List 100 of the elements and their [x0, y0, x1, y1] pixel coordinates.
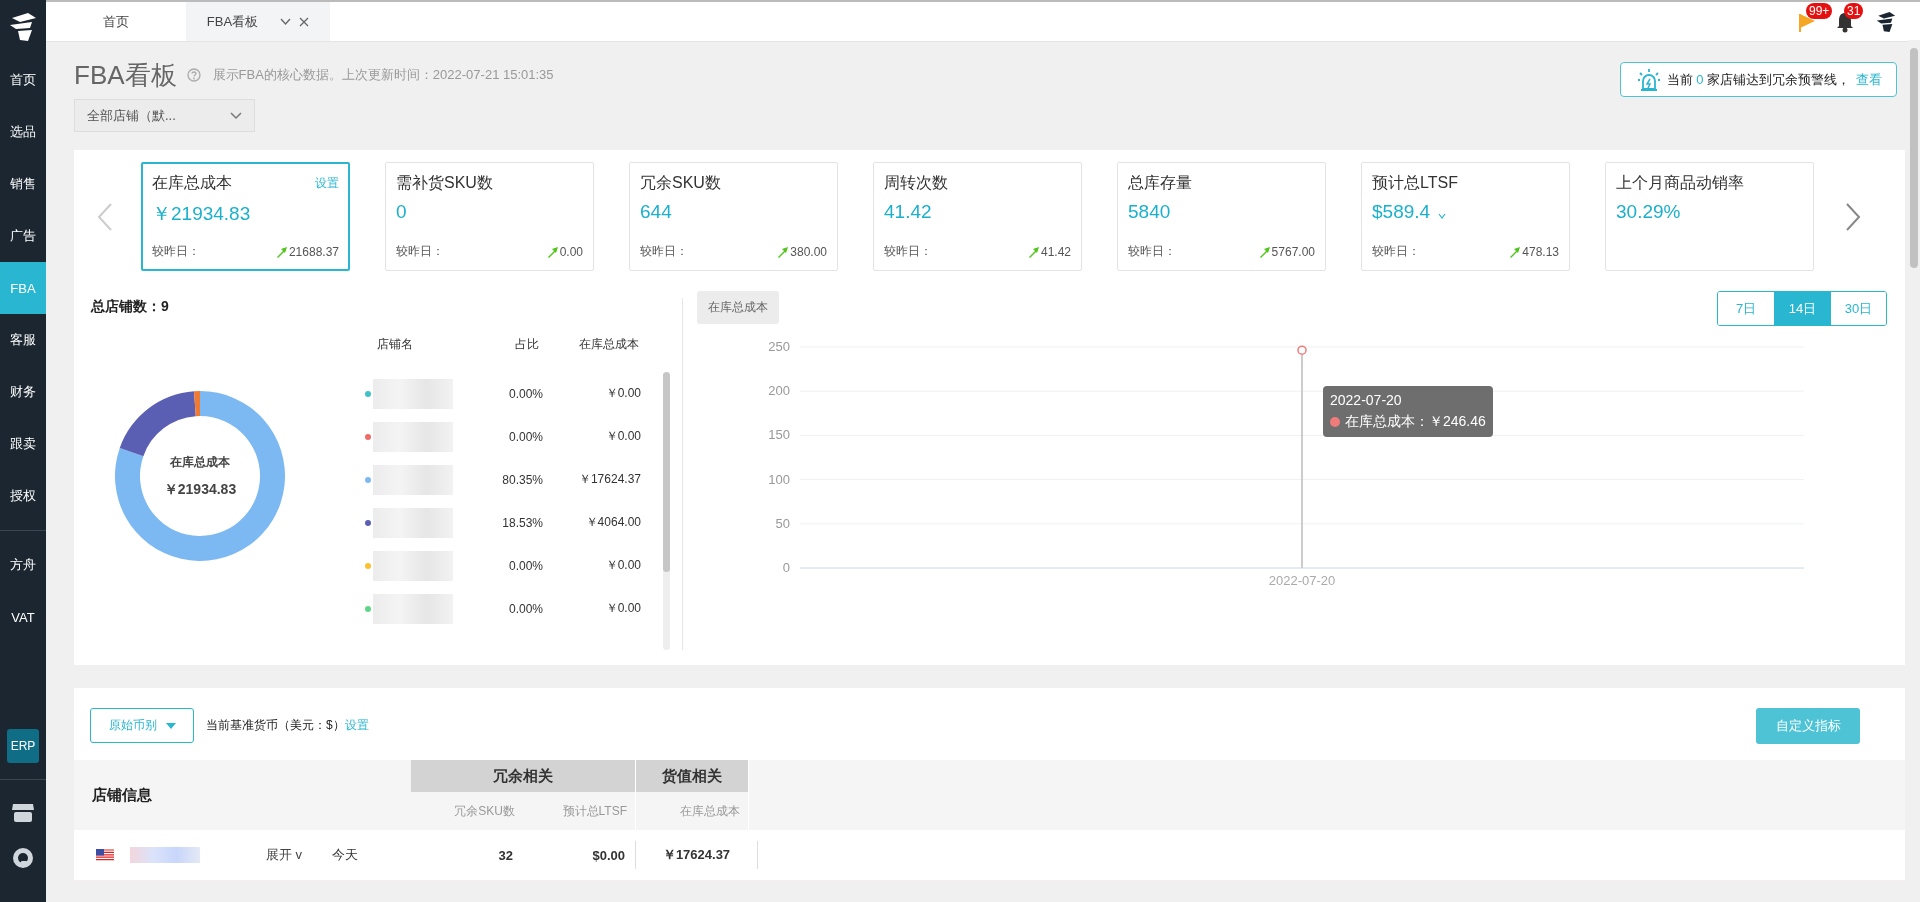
delta-value: 21688.37: [288, 244, 339, 259]
store-count: 总店铺数：9: [91, 298, 170, 316]
axis-tick-label: 200: [768, 383, 790, 399]
card-title: 周转次数: [884, 173, 948, 193]
delta-value: 478.13: [1522, 244, 1559, 259]
column-header: 冗余SKU数: [453, 802, 516, 820]
table-cell: ￥17624.37: [635, 841, 758, 869]
delta-value: 41.42: [1040, 244, 1071, 259]
delta-label: 较昨日：: [152, 243, 200, 260]
erp-button[interactable]: ERP: [7, 729, 39, 763]
axis-tick-label: 150: [768, 427, 790, 443]
card-value: 0: [396, 201, 407, 223]
trend-up-icon: [546, 245, 559, 258]
card-value: 644: [640, 201, 672, 223]
kpi-card[interactable]: 在库总成本 设置 ￥21934.83 较昨日： 21688.37: [141, 162, 350, 271]
caret-down-icon: [165, 722, 176, 729]
card-title: 预计总LTSF: [1372, 173, 1458, 193]
blurred-name: [130, 847, 200, 863]
table-cell-text: ￥4064.00: [584, 514, 641, 531]
donut-label: 在库总成本: [170, 453, 230, 471]
card-value: $589.4: [1372, 201, 1431, 223]
sidebar-item[interactable]: 财务: [0, 366, 46, 418]
table-cell-text: ￥0.00: [604, 385, 641, 402]
table-cell-text: 80.35%: [501, 472, 543, 487]
tab[interactable]: FBA看板: [186, 2, 330, 41]
count-badge: 31: [1844, 2, 1864, 19]
data-point[interactable]: [1297, 345, 1307, 355]
axis-tick-label: 50: [775, 515, 790, 531]
kpi-card[interactable]: 冗余SKU数 644 较昨日： 380.00: [629, 162, 838, 271]
avatar-logo-icon[interactable]: [1874, 9, 1898, 34]
sidebar-item[interactable]: 销售: [0, 158, 46, 210]
chevron-down-icon: [230, 111, 242, 120]
store-select[interactable]: 全部店铺（默...: [74, 99, 255, 132]
column-header: 店铺名: [377, 335, 414, 353]
trend-up-icon: [275, 245, 288, 258]
trend-up-icon: [777, 245, 790, 258]
chart-tooltip: 2022-07-20 在库总成本：￥246.46: [1323, 386, 1493, 437]
table-cell-text: 18.53%: [501, 515, 543, 530]
card-value: 5840: [1128, 201, 1171, 223]
card-title: 上个月商品动销率: [1616, 173, 1744, 193]
kpi-card[interactable]: 需补货SKU数 0 较昨日： 0.00: [385, 162, 594, 271]
table-cell-text: 0.00%: [507, 558, 543, 573]
axis-tick-label: 0: [782, 560, 790, 575]
group-header: 货值相关: [636, 760, 748, 792]
delta-label: 较昨日：: [884, 243, 932, 260]
kpi-card[interactable]: 周转次数 41.42 较昨日： 41.42: [873, 162, 1082, 271]
kpi-card[interactable]: 预计总LTSF $589.4 较昨日： 478.13: [1361, 162, 1570, 271]
table-cell-text: ￥17624.37: [577, 471, 641, 488]
card-title: 需补货SKU数: [396, 173, 493, 193]
delta-label: 较昨日：: [1128, 243, 1176, 260]
donut-slice[interactable]: [119, 391, 196, 457]
base-currency-text: 当前基准货币（美元：$）: [206, 717, 345, 734]
sidebar-item[interactable]: 方舟: [0, 539, 46, 591]
expand-link[interactable]: 展开 v: [266, 846, 303, 864]
donut-slice[interactable]: [194, 391, 200, 417]
tab[interactable]: 首页: [46, 2, 186, 41]
card-title: 在库总成本: [152, 173, 232, 193]
close-icon[interactable]: [299, 16, 310, 27]
trend-up-icon: [1027, 245, 1040, 258]
store-icon[interactable]: [11, 802, 35, 824]
axis-tick-label: 100: [768, 471, 790, 487]
table-cell-text: ￥0.00: [604, 428, 641, 445]
page-subtitle: 展示FBA的核心数据。上次更新时间：2022-07-21 15:01:35: [212, 66, 554, 84]
table-cell-text: ￥0.00: [604, 557, 641, 574]
delta-label: 较昨日：: [640, 243, 688, 260]
alarm-icon: [1636, 67, 1661, 92]
table-cell: 今天: [332, 846, 359, 864]
sidebar-item[interactable]: VAT: [0, 591, 46, 643]
column-header: 预计总LTSF: [561, 802, 628, 820]
group-header: 冗余相关: [411, 760, 635, 792]
trend-up-icon: [1509, 245, 1522, 258]
chevron-right-icon[interactable]: [1844, 201, 1862, 232]
metric-tag[interactable]: 在库总成本: [697, 291, 779, 324]
sidebar-item[interactable]: 跟卖: [0, 418, 46, 470]
table-cell-text: 0.00%: [507, 601, 543, 616]
column-header: 在库总成本: [679, 802, 741, 820]
sidebar-item[interactable]: 客服: [0, 314, 46, 366]
card-value: 41.42: [884, 201, 932, 223]
us-flag-icon: [96, 849, 114, 861]
delta-label: 较昨日：: [396, 243, 444, 260]
sidebar-item[interactable]: 广告: [0, 210, 46, 262]
donut-value: ￥21934.83: [163, 480, 237, 499]
chevron-down-icon[interactable]: [280, 18, 292, 25]
delta-value: 5767.00: [1271, 244, 1315, 259]
sidebar-item[interactable]: 选品: [0, 106, 46, 158]
card-value: 30.29%: [1616, 201, 1681, 223]
sidebar-item[interactable]: 授权: [0, 470, 46, 522]
sidebar-item[interactable]: 首页: [0, 54, 46, 106]
table-cell-text: 0.00%: [507, 386, 543, 401]
kpi-card[interactable]: 上个月商品动销率 30.29%: [1605, 162, 1814, 271]
scrollbar[interactable]: [663, 372, 670, 650]
count-badge: 99+: [1806, 2, 1833, 19]
axis-tick-label: 250: [768, 339, 790, 354]
delta-value: 380.00: [790, 244, 827, 259]
column-header: 店铺信息: [91, 784, 153, 805]
column-header: 占比: [514, 335, 539, 353]
alert-text: 当前 0 家店铺达到冗余预警线，: [1666, 70, 1850, 89]
kpi-card[interactable]: 总库存量 5840 较昨日： 5767.00: [1117, 162, 1326, 271]
donut-slice[interactable]: [115, 391, 285, 561]
column-header: 在库总成本: [578, 335, 639, 353]
